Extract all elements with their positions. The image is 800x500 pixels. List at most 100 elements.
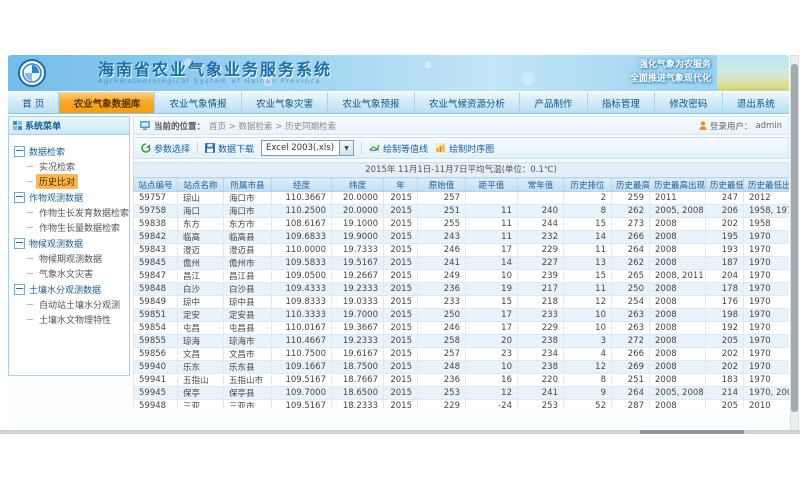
collapse-icon[interactable]: [14, 238, 25, 249]
table-row[interactable]: 59848白沙白沙县109.433319.2333201523619217112…: [134, 283, 790, 296]
tree-group-3[interactable]: 土壤水分观测数据: [14, 281, 127, 297]
cell: 257: [418, 348, 466, 361]
table-row[interactable]: 59843澄迈澄迈县110.000019.7333201524617229112…: [134, 244, 790, 257]
tree-item-1-0[interactable]: 作物生长发育数据检索: [27, 205, 127, 220]
nav-item-7[interactable]: 指标管理: [588, 92, 655, 113]
cell: 59842: [134, 231, 178, 244]
cell: 253: [518, 400, 564, 409]
column-header-7: 距平值: [466, 178, 518, 192]
table-row[interactable]: 59854屯昌屯昌县110.016719.3667201524617229102…: [134, 322, 790, 335]
nav-item-9[interactable]: 退出系统: [723, 92, 789, 113]
column-header-5: 年: [384, 178, 418, 192]
cell: 屯昌县: [224, 322, 272, 335]
table-row[interactable]: 59855琼海琼海市110.466719.2333201525820238327…: [134, 335, 790, 348]
cell: 昌江县: [224, 270, 272, 283]
table-row[interactable]: 59758海口海口市110.250020.0000201525111240826…: [134, 205, 790, 218]
collapse-icon[interactable]: [14, 192, 25, 203]
cell: 1970: [744, 361, 790, 374]
nav-item-2[interactable]: 农业气象情报: [155, 92, 241, 113]
cell: 59855: [134, 335, 178, 348]
banner-slogan-line2: 全面推进气象现代化: [630, 72, 711, 86]
user-label: 登录用户：: [710, 120, 753, 132]
table-row[interactable]: 59849琼中琼中县109.833319.0333201523315218122…: [134, 296, 790, 309]
cell: 246: [418, 244, 466, 257]
table-row[interactable]: 59856文昌文昌市110.750019.6167201525723234426…: [134, 348, 790, 361]
cell: 三亚: [178, 400, 224, 409]
cell: 2015: [384, 218, 418, 231]
collapse-icon[interactable]: [14, 146, 25, 157]
select-dropdown-arrow-icon[interactable]: ▼: [339, 141, 353, 155]
cell: 2008: [650, 218, 706, 231]
draw-timeseries-button[interactable]: 绘制时序图: [435, 142, 494, 155]
table-row[interactable]: 59941五指山五指山市109.516718.76672015236162208…: [134, 374, 790, 387]
table-row[interactable]: 59842临高临高县109.683319.9000201524311232142…: [134, 231, 790, 244]
nav-item-8[interactable]: 修改密码: [655, 92, 722, 113]
cell: 254: [612, 296, 650, 309]
tree-item-0-0[interactable]: 实况检索: [27, 159, 127, 174]
tree-item-2-0[interactable]: 物候期观测数据: [27, 251, 127, 266]
table-row[interactable]: 59838东方东方市108.616719.1000201525511244152…: [134, 218, 790, 231]
tree-group-0[interactable]: 数据检索: [14, 143, 127, 159]
cell: 19.0333: [332, 296, 384, 309]
cell: 110.2500: [272, 205, 332, 218]
breadcrumb-label: 当前的位置：: [154, 120, 205, 132]
cell: 2015: [384, 309, 418, 322]
tree-item-3-1[interactable]: 土壤水文物理特性: [27, 312, 127, 327]
table-row[interactable]: 59948三亚三亚市109.516718.23332015229-2425352…: [134, 400, 790, 409]
tree-item-3-0[interactable]: 自动站土壤水分观测: [27, 297, 127, 312]
nav-item-0[interactable]: 首 页: [8, 92, 59, 113]
cell: 239: [518, 270, 564, 283]
cell: 琼中县: [224, 296, 272, 309]
cell: 19.1000: [332, 218, 384, 231]
draw-contour-button[interactable]: 绘制等值线: [369, 142, 428, 155]
tree-item-0-1[interactable]: 历史比对: [27, 174, 127, 189]
cell: 243: [418, 231, 466, 244]
table-row[interactable]: 59851定安定安县110.333319.7000201525017233102…: [134, 309, 790, 322]
cell: 9: [564, 387, 612, 400]
cell: 2015: [384, 387, 418, 400]
collapse-icon[interactable]: [14, 284, 25, 295]
data-download-button[interactable]: 数据下载: [205, 142, 254, 155]
nav-item-4[interactable]: 农业气象预报: [328, 92, 414, 113]
cell: 204: [706, 270, 744, 283]
table-row[interactable]: 59845儋州儋州市109.583319.5167201524114227132…: [134, 257, 790, 270]
vertical-scrollbar-thumb[interactable]: [791, 64, 798, 412]
cell: 59843: [134, 244, 178, 257]
breadcrumb: 首页 > 数据检索 > 历史同期检索: [209, 120, 336, 132]
tree-item-2-1[interactable]: 气象水文灾害: [27, 266, 127, 281]
cell: 202: [706, 348, 744, 361]
download-format-select[interactable]: Excel 2003(.xls) ▼: [261, 140, 354, 156]
top-banner: 海南省农业气象业务服务系统 Agrometeorological System …: [8, 55, 789, 91]
cell: 3: [564, 335, 612, 348]
table-row[interactable]: 59847昌江昌江县109.050019.2667201524910239152…: [134, 270, 790, 283]
nav-item-1[interactable]: 农业气象数据库: [59, 92, 155, 113]
nav-item-3[interactable]: 农业气象灾害: [242, 92, 328, 113]
nav-item-6[interactable]: 产品制作: [520, 92, 587, 113]
cell: 227: [518, 257, 564, 270]
nav-item-5[interactable]: 农业气候资源分析: [415, 92, 520, 113]
sidebar: 系统菜单 数据检索实况检索历史比对作物观测数据作物生长发育数据检索作物生长量数据…: [8, 116, 130, 376]
param-select-button[interactable]: 参数选择: [141, 142, 190, 155]
horizontal-scrollbar-thumb[interactable]: [640, 430, 744, 434]
table-row[interactable]: 59945保亭保亭县109.700018.6500201525312241926…: [134, 387, 790, 400]
toolbar-divider: [197, 142, 198, 154]
cell: 17: [466, 309, 518, 322]
user-icon: [699, 121, 707, 130]
data-table-container: 2015年 11月1日-11月7日平均气温(单位：0.1℃) 站点编号站点名称所…: [133, 162, 789, 408]
tree-item-1-1[interactable]: 作物生长量数据检索: [27, 220, 127, 235]
vertical-scrollbar[interactable]: [790, 55, 799, 431]
cell: 59849: [134, 296, 178, 309]
cell: 2008: [650, 283, 706, 296]
horizontal-scrollbar[interactable]: [0, 430, 800, 434]
contour-chart-icon: [369, 143, 380, 153]
cell: 2012: [744, 192, 790, 205]
cell: 244: [518, 218, 564, 231]
tree-group-2[interactable]: 物候观测数据: [14, 235, 127, 251]
tree-group-1[interactable]: 作物观测数据: [14, 189, 127, 205]
table-row[interactable]: 59757琼山海口市110.366720.0000201525722592011…: [134, 192, 790, 205]
cell: 临高县: [224, 231, 272, 244]
cell: 59838: [134, 218, 178, 231]
cell: 儋州市: [224, 257, 272, 270]
cell: 19.7333: [332, 244, 384, 257]
table-row[interactable]: 59940乐东乐东县109.166718.7500201524810238122…: [134, 361, 790, 374]
